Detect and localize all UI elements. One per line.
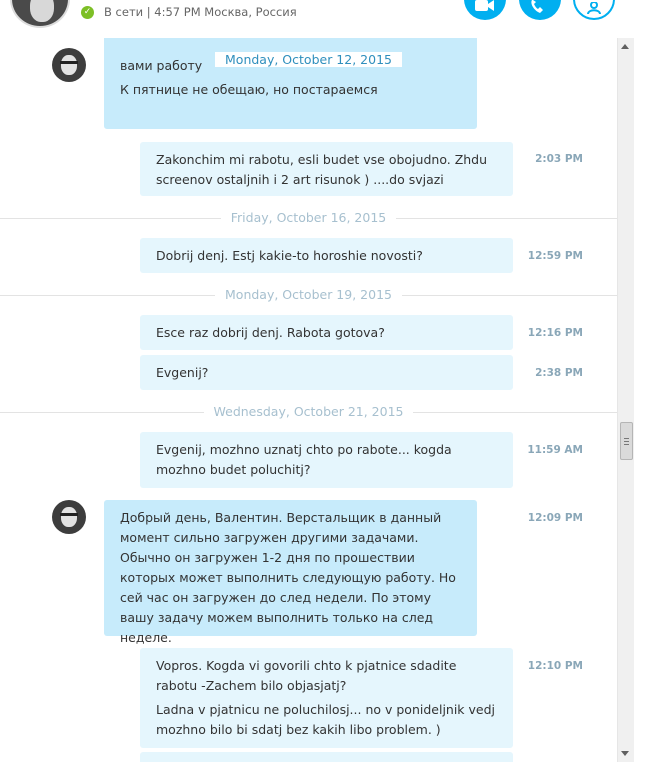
vertical-scrollbar[interactable] — [617, 38, 634, 762]
message-text: Esce raz dobrij denj. Rabota gotova? — [156, 325, 385, 340]
message-time: 12:59 PM — [527, 250, 583, 262]
call-icon — [531, 0, 543, 13]
message-bubble-outgoing[interactable]: Zakonchim mi rabotu, esli budet vse oboj… — [140, 142, 513, 196]
date-divider: Monday, October 19, 2015 — [0, 287, 617, 303]
date-divider-sticky: Monday, October 12, 2015 — [0, 52, 617, 68]
online-status-icon: ✓ — [81, 6, 94, 19]
add-contact-icon — [587, 2, 601, 14]
message-time: 12:10 PM — [527, 660, 583, 672]
message-bubble-outgoing[interactable]: Evgenij, mozhno uznatj chto po rabote...… — [140, 432, 513, 488]
conversation-area[interactable]: вами работу К пятнице не обещаю, но пост… — [0, 38, 617, 762]
message-text: Evgenij, mozhno uznatj chto po rabote...… — [156, 442, 452, 477]
message-text: Zakonchim mi rabotu, esli budet vse oboj… — [156, 152, 488, 187]
message-text: Dobrij denj. Estj kakie-to horoshie novo… — [156, 248, 423, 263]
message-text: Добрый день, Валентин. Верстальщик в дан… — [120, 510, 456, 645]
add-contact-button[interactable] — [573, 0, 615, 20]
message-text: Vopros. Kogda vi govorili chto k pjatnic… — [156, 658, 457, 693]
message-time: 11:59 AM — [527, 444, 583, 456]
scroll-up-arrow-icon[interactable] — [621, 44, 629, 49]
date-label: Wednesday, October 21, 2015 — [0, 404, 617, 419]
message-text: Ladna v pjatnicu ne poluchilosj... no v … — [156, 702, 496, 737]
message-bubble-outgoing[interactable]: Esce raz dobrij denj. Rabota gotova? — [140, 315, 513, 350]
message-time: 12:09 PM — [527, 512, 583, 524]
chat-header: ✓ В сети | 4:57 PM Москва, Россия — [0, 0, 651, 38]
video-call-button[interactable] — [464, 0, 506, 20]
message-time: 12:16 PM — [527, 327, 583, 339]
message-bubble-outgoing[interactable]: Evgenij? — [140, 355, 513, 390]
date-divider: Friday, October 16, 2015 — [0, 210, 617, 226]
message-time: 2:03 PM — [535, 153, 583, 165]
message-text: Evgenij? — [156, 365, 209, 380]
scroll-down-arrow-icon[interactable] — [621, 751, 629, 756]
message-bubble-outgoing[interactable]: Dobrij denj. Estj kakie-to horoshie novo… — [140, 238, 513, 273]
date-label: Friday, October 16, 2015 — [0, 210, 617, 225]
scrollbar-thumb[interactable] — [620, 422, 633, 460]
message-bubble-outgoing[interactable]: Vopros. Kogda vi govorili chto k pjatnic… — [140, 648, 513, 748]
message-bubble-incoming[interactable]: Добрый день, Валентин. Верстальщик в дан… — [104, 500, 477, 645]
message-bubble-outgoing[interactable] — [140, 752, 513, 762]
message-text: К пятнице не обещаю, но постараемся — [120, 82, 378, 97]
date-label: Monday, October 19, 2015 — [0, 287, 617, 302]
sender-avatar[interactable] — [52, 500, 86, 534]
video-call-icon — [475, 0, 494, 11]
call-button[interactable] — [519, 0, 561, 20]
contact-avatar[interactable] — [10, 0, 70, 28]
contact-status-text: В сети | 4:57 PM Москва, Россия — [104, 5, 297, 19]
date-divider: Wednesday, October 21, 2015 — [0, 404, 617, 420]
message-time: 2:38 PM — [535, 367, 583, 379]
date-label: Monday, October 12, 2015 — [0, 52, 617, 67]
